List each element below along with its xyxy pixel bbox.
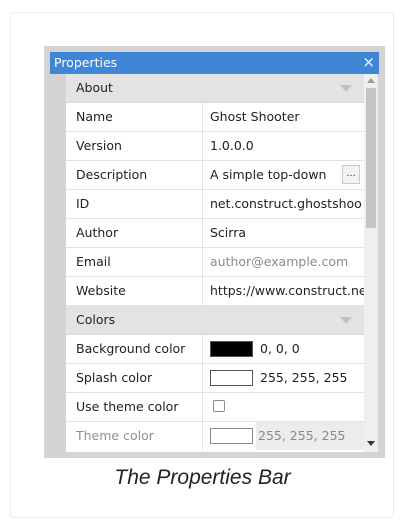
theme-color-swatch bbox=[210, 428, 253, 444]
id-value[interactable]: net.construct.ghostshoo bbox=[210, 190, 364, 218]
property-row-splash-color[interactable]: Splash color 255, 255, 255 bbox=[66, 364, 364, 393]
use-theme-color-checkbox[interactable] bbox=[213, 400, 225, 412]
property-label: Use theme color bbox=[76, 399, 179, 414]
column-divider bbox=[202, 364, 203, 392]
column-divider bbox=[202, 335, 203, 363]
column-divider bbox=[202, 103, 203, 131]
property-label: Website bbox=[76, 283, 126, 298]
website-value[interactable]: https://www.construct.ne bbox=[210, 277, 364, 305]
splash-color-swatch[interactable] bbox=[210, 370, 253, 386]
scroll-up-icon[interactable] bbox=[367, 78, 375, 83]
section-about[interactable]: About bbox=[66, 74, 364, 103]
collapse-arrow-icon[interactable] bbox=[340, 85, 352, 92]
property-grid: About Name Ghost Shooter Version 1.0.0.0… bbox=[66, 74, 364, 452]
section-colors[interactable]: Colors bbox=[66, 306, 364, 335]
section-label: Colors bbox=[76, 312, 116, 327]
property-row-author[interactable]: Author Scirra bbox=[66, 219, 364, 248]
property-row-website[interactable]: Website https://www.construct.ne bbox=[66, 277, 364, 306]
property-label: Version bbox=[76, 138, 122, 153]
version-value[interactable]: 1.0.0.0 bbox=[210, 132, 364, 160]
property-row-theme-color: Theme color 255, 255, 255 bbox=[66, 422, 364, 451]
scroll-down-icon[interactable] bbox=[367, 441, 375, 446]
background-color-value[interactable]: 0, 0, 0 bbox=[260, 335, 300, 363]
property-label: ID bbox=[76, 196, 90, 211]
section-label: About bbox=[76, 80, 113, 95]
property-label: Splash color bbox=[76, 370, 153, 385]
scrollbar-thumb[interactable] bbox=[366, 88, 376, 228]
theme-color-value: 255, 255, 255 bbox=[256, 422, 364, 450]
splash-color-value[interactable]: 255, 255, 255 bbox=[260, 364, 347, 392]
property-row-description[interactable]: Description A simple top-down ... bbox=[66, 161, 364, 190]
property-row-version[interactable]: Version 1.0.0.0 bbox=[66, 132, 364, 161]
author-value[interactable]: Scirra bbox=[210, 219, 364, 247]
column-divider bbox=[202, 219, 203, 247]
properties-titlebar: Properties × bbox=[50, 52, 379, 74]
email-field[interactable]: author@example.com bbox=[210, 248, 364, 276]
edit-description-button[interactable]: ... bbox=[342, 165, 360, 184]
property-row-use-theme-color[interactable]: Use theme color bbox=[66, 393, 364, 422]
vertical-scrollbar[interactable] bbox=[364, 74, 378, 452]
column-divider bbox=[202, 132, 203, 160]
description-value[interactable]: A simple top-down bbox=[210, 161, 338, 189]
name-value[interactable]: Ghost Shooter bbox=[210, 103, 364, 131]
property-row-background-color[interactable]: Background color 0, 0, 0 bbox=[66, 335, 364, 364]
property-label: Author bbox=[76, 225, 119, 240]
properties-panel: Properties × About Name Ghost Shooter Ve… bbox=[44, 46, 385, 458]
property-row-id[interactable]: ID net.construct.ghostshoo bbox=[66, 190, 364, 219]
figure-caption: The Properties Bar bbox=[114, 466, 291, 489]
property-label: Theme color bbox=[76, 428, 154, 443]
column-divider bbox=[202, 422, 203, 450]
collapse-arrow-icon[interactable] bbox=[340, 317, 352, 324]
close-icon[interactable]: × bbox=[362, 53, 375, 71]
column-divider bbox=[202, 161, 203, 189]
property-row-email[interactable]: Email author@example.com bbox=[66, 248, 364, 277]
column-divider bbox=[202, 393, 203, 421]
column-divider bbox=[202, 248, 203, 276]
property-label: Description bbox=[76, 167, 148, 182]
property-label: Background color bbox=[76, 341, 186, 356]
property-row-name[interactable]: Name Ghost Shooter bbox=[66, 103, 364, 132]
background-color-swatch[interactable] bbox=[210, 341, 253, 357]
column-divider bbox=[202, 190, 203, 218]
panel-title: Properties bbox=[54, 55, 118, 70]
column-divider bbox=[202, 277, 203, 305]
property-label: Name bbox=[76, 109, 113, 124]
property-label: Email bbox=[76, 254, 111, 269]
